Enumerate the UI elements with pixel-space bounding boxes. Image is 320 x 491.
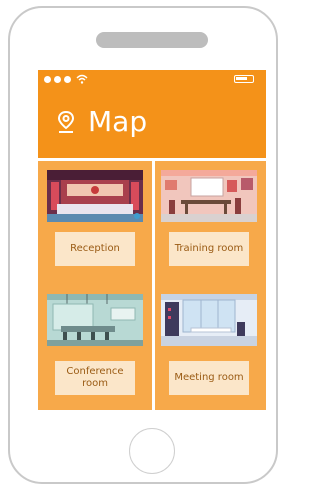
signal-dot-icon bbox=[54, 75, 61, 83]
wifi-icon bbox=[76, 74, 88, 84]
app-header: Map bbox=[38, 70, 266, 158]
page-title: Map bbox=[88, 105, 148, 138]
location-pin-icon bbox=[57, 110, 75, 133]
status-bar bbox=[44, 74, 88, 84]
home-button[interactable] bbox=[129, 428, 175, 474]
meeting-room-illustration bbox=[161, 294, 257, 346]
app-screen: Map Reception Training room Conference r… bbox=[38, 70, 266, 410]
training-room-illustration bbox=[161, 170, 257, 222]
phone-speaker bbox=[96, 32, 208, 48]
grid-divider bbox=[152, 158, 155, 410]
signal-dot-icon bbox=[64, 75, 71, 83]
page-header: Map bbox=[56, 108, 147, 136]
reception-illustration bbox=[47, 170, 143, 222]
room-label-meeting[interactable]: Meeting room bbox=[169, 361, 249, 395]
conference-room-illustration bbox=[47, 294, 143, 346]
battery-icon bbox=[234, 75, 254, 83]
room-label-conference[interactable]: Conference room bbox=[55, 361, 135, 395]
room-label-reception[interactable]: Reception bbox=[55, 232, 135, 266]
room-label-training[interactable]: Training room bbox=[169, 232, 249, 266]
signal-dot-icon bbox=[44, 75, 51, 83]
